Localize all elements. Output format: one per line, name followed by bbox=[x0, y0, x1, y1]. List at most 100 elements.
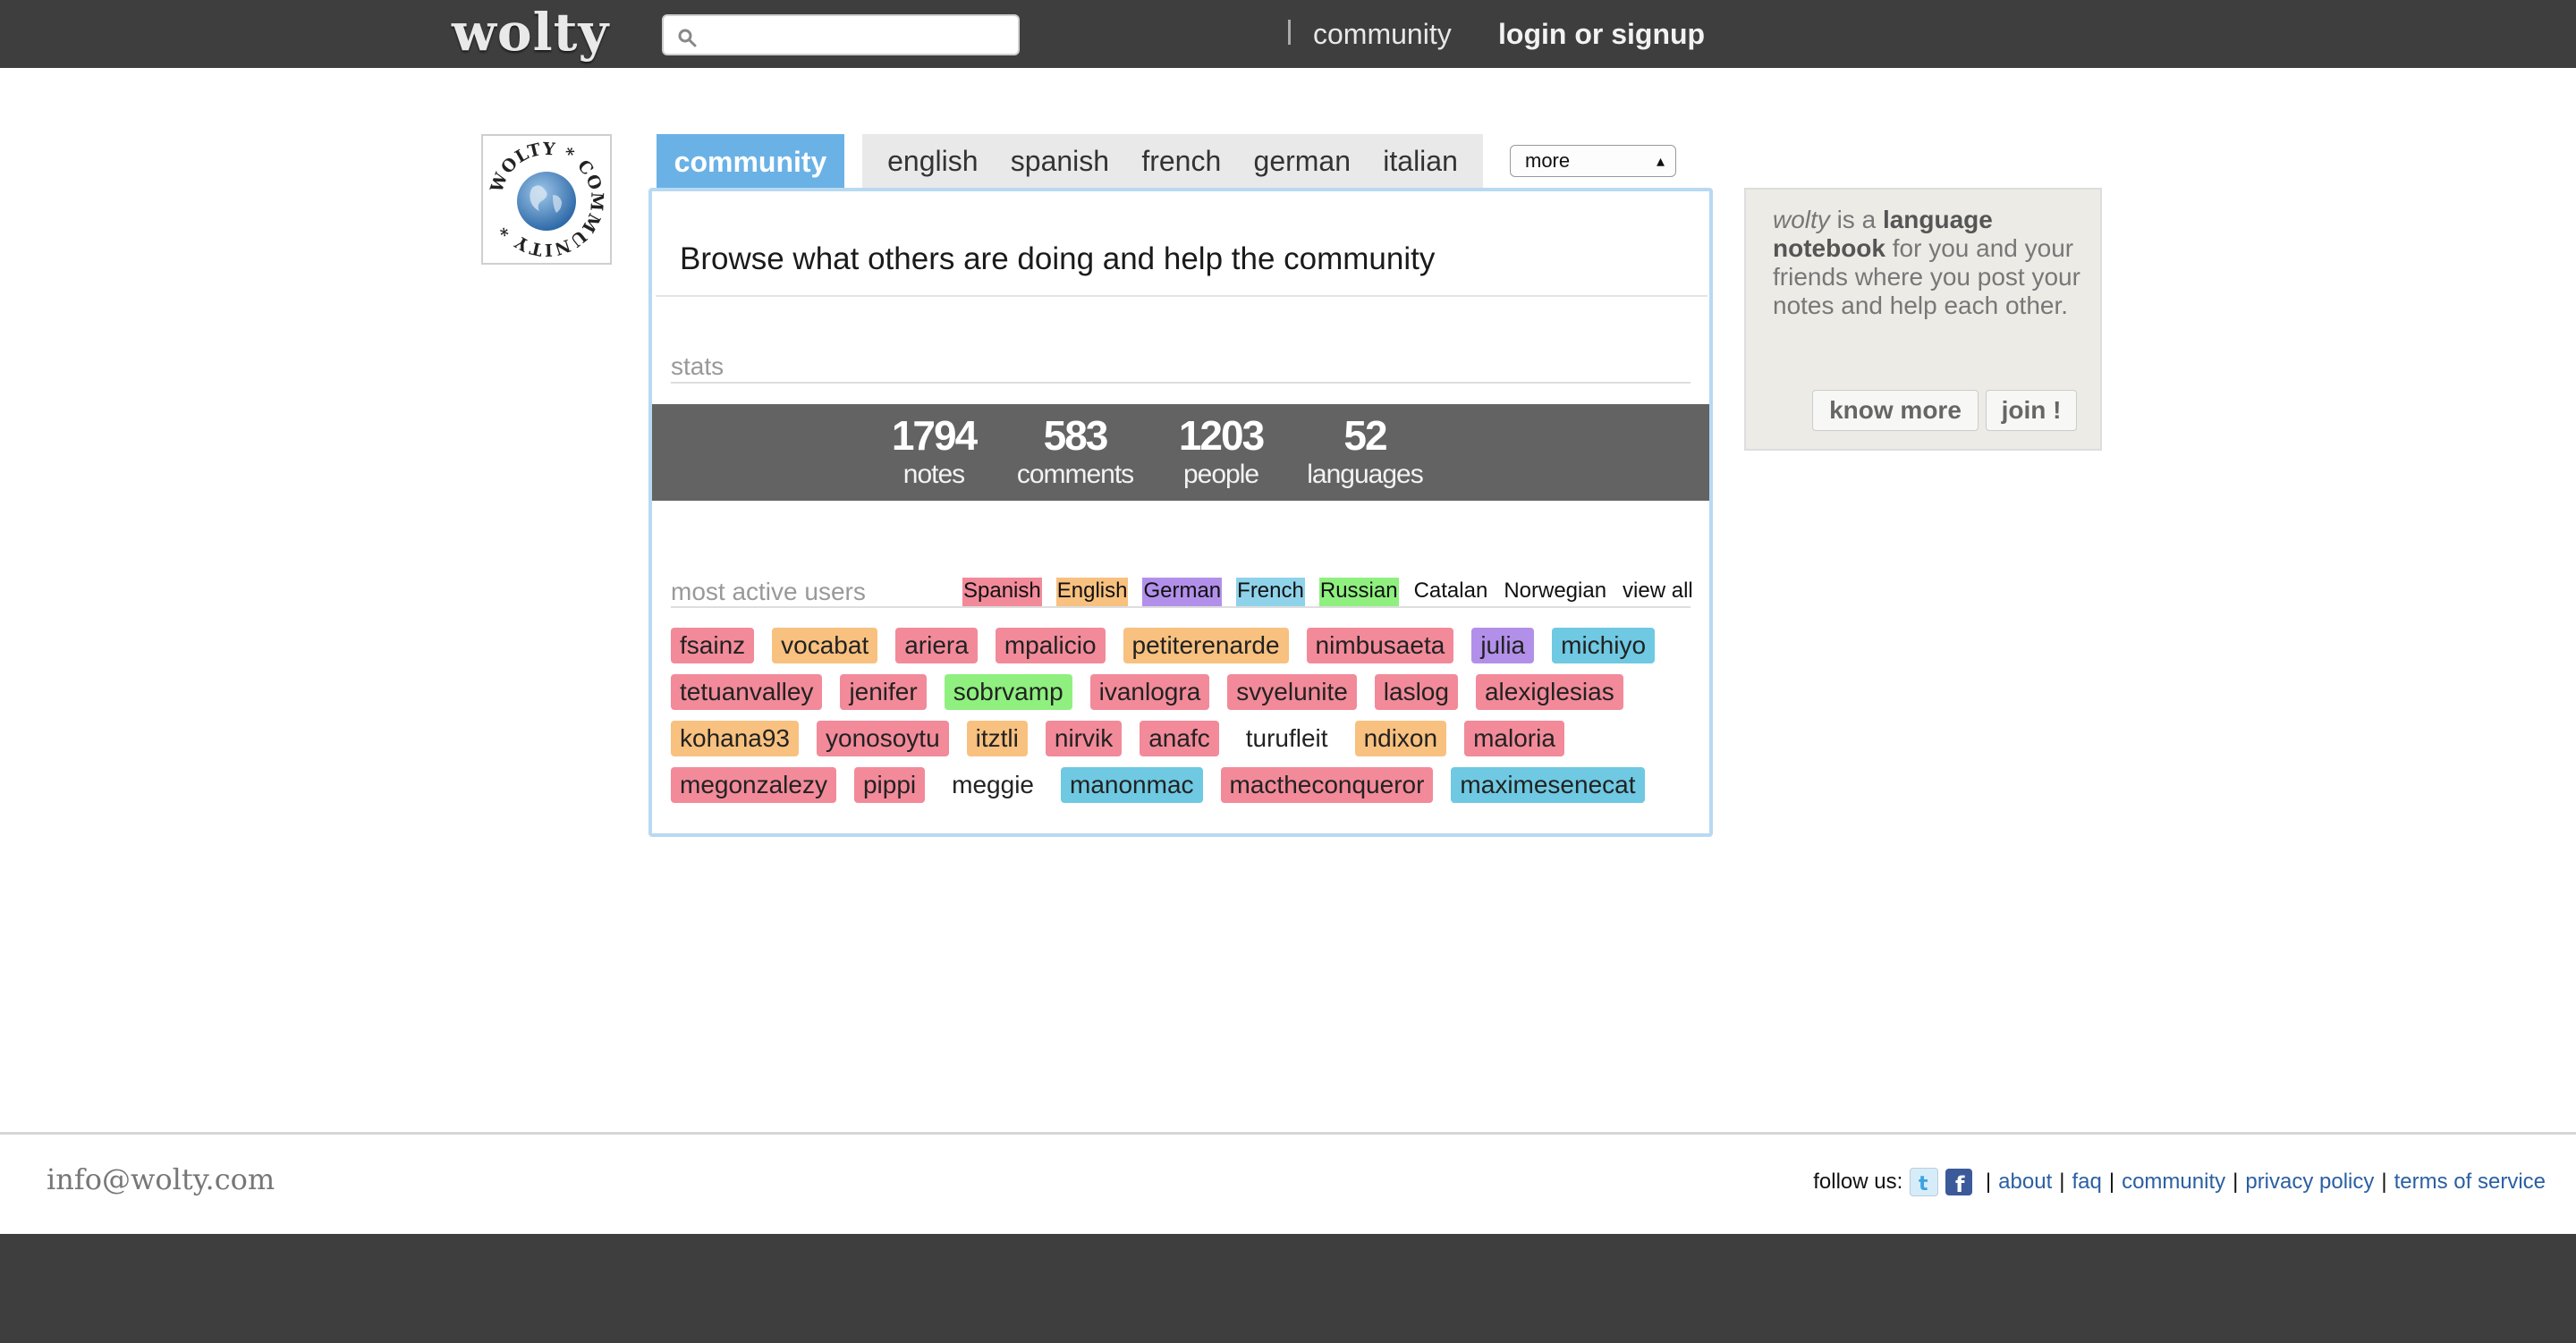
search-box[interactable] bbox=[662, 14, 1020, 55]
language-filter-spanish[interactable]: Spanish bbox=[962, 578, 1042, 606]
stats-heading: stats bbox=[671, 352, 724, 380]
login-signup-link[interactable]: login or signup bbox=[1498, 0, 1705, 68]
user-row: fsainz vocabat ariera mpalicio petiterenarde… bbox=[671, 628, 1690, 663]
stat-value: 52 bbox=[1343, 412, 1387, 459]
user-chip[interactable]: alexiglesias bbox=[1475, 674, 1623, 710]
user-chip[interactable]: nirvik bbox=[1045, 721, 1123, 756]
user-chip[interactable]: maloria bbox=[1464, 721, 1564, 756]
know-more-button[interactable]: know more bbox=[1812, 390, 1979, 431]
language-filter-french[interactable]: French bbox=[1236, 578, 1305, 606]
language-filter: Spanish English German French Russian Catalan… bbox=[962, 578, 1694, 606]
footer-terms-link[interactable]: terms of service bbox=[2394, 1170, 2546, 1195]
twitter-icon[interactable]: t bbox=[1910, 1168, 1939, 1196]
svg-text:f: f bbox=[1955, 1172, 1965, 1195]
user-chip[interactable]: anafc bbox=[1140, 721, 1219, 756]
footer-community-link[interactable]: community bbox=[2122, 1170, 2225, 1195]
user-chip[interactable]: fsainz bbox=[671, 628, 755, 663]
stat-label: comments bbox=[1016, 460, 1134, 489]
stat-label: languages bbox=[1307, 460, 1423, 489]
language-filter-russian[interactable]: Russian bbox=[1318, 578, 1399, 606]
user-chip[interactable]: kohana93 bbox=[671, 721, 800, 756]
user-chip[interactable]: manonmac bbox=[1061, 767, 1203, 803]
footer-privacy-link[interactable]: privacy policy bbox=[2245, 1170, 2374, 1195]
user-chip[interactable]: svyelunite bbox=[1227, 674, 1357, 710]
language-filter-german[interactable]: German bbox=[1142, 578, 1223, 606]
select-arrows-icon: ▴ bbox=[1656, 152, 1665, 170]
search-input[interactable] bbox=[703, 20, 1011, 52]
user-chip[interactable]: megonzalezy bbox=[671, 767, 836, 803]
user-row: tetuanvalley jenifer sobrvamp ivanlogra svye… bbox=[671, 674, 1690, 710]
user-chip[interactable]: sobrvamp bbox=[944, 674, 1072, 710]
stat-label: notes bbox=[902, 460, 965, 489]
user-chip[interactable]: jenifer bbox=[840, 674, 927, 710]
footer-email[interactable]: info@wolty.com bbox=[47, 1162, 275, 1196]
footer-about-link[interactable]: about bbox=[1998, 1170, 2052, 1195]
language-filter-view-all[interactable]: view all bbox=[1622, 578, 1694, 606]
tab-french[interactable]: french bbox=[1141, 145, 1221, 178]
user-chip[interactable]: mpalicio bbox=[995, 628, 1106, 663]
link-separator: | bbox=[2381, 1170, 2387, 1194]
link-separator: | bbox=[2059, 1170, 2065, 1194]
tab-german[interactable]: german bbox=[1254, 145, 1352, 178]
top-bar: wolty community login or signup bbox=[0, 0, 2576, 68]
tab-english[interactable]: english bbox=[887, 145, 978, 178]
stat-comments: 583 comments bbox=[1008, 404, 1142, 492]
nav-community-link[interactable]: community bbox=[1313, 0, 1452, 68]
svg-text:t: t bbox=[1919, 1173, 1928, 1195]
user-chip[interactable]: michiyo bbox=[1552, 628, 1656, 663]
stat-value: 1203 bbox=[1178, 412, 1265, 459]
language-filter-norwegian[interactable]: Norwegian bbox=[1503, 578, 1607, 606]
user-chip[interactable]: pippi bbox=[853, 767, 926, 803]
footer-links: follow us: t f | about | faq | community… bbox=[1813, 1168, 2546, 1197]
active-users-list: fsainz vocabat ariera mpalicio petiterenarde… bbox=[671, 628, 1690, 814]
user-chip[interactable]: meggie bbox=[943, 767, 1043, 803]
sidebar-text: is a bbox=[1829, 206, 1883, 233]
user-row: kohana93 yonosoytu itztli nirvik anafc turufl… bbox=[671, 721, 1690, 756]
follow-us-label: follow us: bbox=[1813, 1170, 1903, 1194]
bottom-bar bbox=[0, 1234, 2576, 1343]
user-chip[interactable]: nimbusaeta bbox=[1306, 628, 1454, 663]
user-chip[interactable]: ivanlogra bbox=[1089, 674, 1210, 710]
user-chip[interactable]: vocabat bbox=[772, 628, 878, 663]
most-active-users-heading: most active users bbox=[671, 578, 866, 605]
language-tabs: english spanish french german italian bbox=[862, 134, 1483, 188]
stat-people: 1203 people bbox=[1163, 404, 1279, 492]
language-filter-catalan[interactable]: Catalan bbox=[1413, 578, 1489, 606]
user-chip[interactable]: tetuanvalley bbox=[671, 674, 823, 710]
stat-notes: 1794 notes bbox=[876, 404, 992, 492]
language-filter-english[interactable]: English bbox=[1055, 578, 1129, 606]
join-button[interactable]: join ! bbox=[1986, 390, 2077, 431]
link-separator: | bbox=[2233, 1170, 2239, 1194]
user-chip[interactable]: julia bbox=[1471, 628, 1535, 663]
more-select-value: more bbox=[1525, 149, 1571, 172]
footer-divider bbox=[0, 1132, 2576, 1135]
link-separator: | bbox=[1979, 1170, 1992, 1194]
user-chip[interactable]: ndixon bbox=[1354, 721, 1447, 756]
facebook-icon[interactable]: f bbox=[1945, 1169, 1973, 1197]
tab-spanish[interactable]: spanish bbox=[1011, 145, 1109, 178]
panel-headline: Browse what others are doing and help th… bbox=[680, 241, 1436, 276]
user-chip[interactable]: maximesenecat bbox=[1451, 767, 1645, 803]
stat-label: people bbox=[1182, 460, 1259, 489]
divider bbox=[671, 382, 1690, 384]
user-chip[interactable]: yonosoytu bbox=[817, 721, 949, 756]
user-chip[interactable]: turufleit bbox=[1237, 721, 1337, 756]
user-chip[interactable]: itztli bbox=[966, 721, 1028, 756]
footer-faq-link[interactable]: faq bbox=[2072, 1170, 2101, 1195]
user-chip[interactable]: mactheconqueror bbox=[1220, 767, 1434, 803]
link-separator: | bbox=[2108, 1170, 2115, 1194]
wolty-logo[interactable]: wolty bbox=[452, 0, 609, 68]
user-row: megonzalezy pippi meggie manonmac mactheconq… bbox=[671, 767, 1690, 803]
stat-value: 1794 bbox=[891, 412, 978, 459]
stat-languages: 52 languages bbox=[1298, 404, 1432, 492]
sidebar-description: wolty is a language notebook for you and… bbox=[1773, 206, 2081, 320]
divider bbox=[671, 606, 1690, 608]
user-chip[interactable]: ariera bbox=[895, 628, 978, 663]
tab-community[interactable]: community bbox=[657, 134, 844, 188]
stat-value: 583 bbox=[1043, 412, 1109, 459]
more-languages-select[interactable]: more ▴ bbox=[1510, 145, 1676, 177]
user-chip[interactable]: laslog bbox=[1374, 674, 1458, 710]
nav-separator bbox=[1288, 20, 1291, 45]
user-chip[interactable]: petiterenarde bbox=[1123, 628, 1289, 663]
tab-italian[interactable]: italian bbox=[1383, 145, 1458, 178]
